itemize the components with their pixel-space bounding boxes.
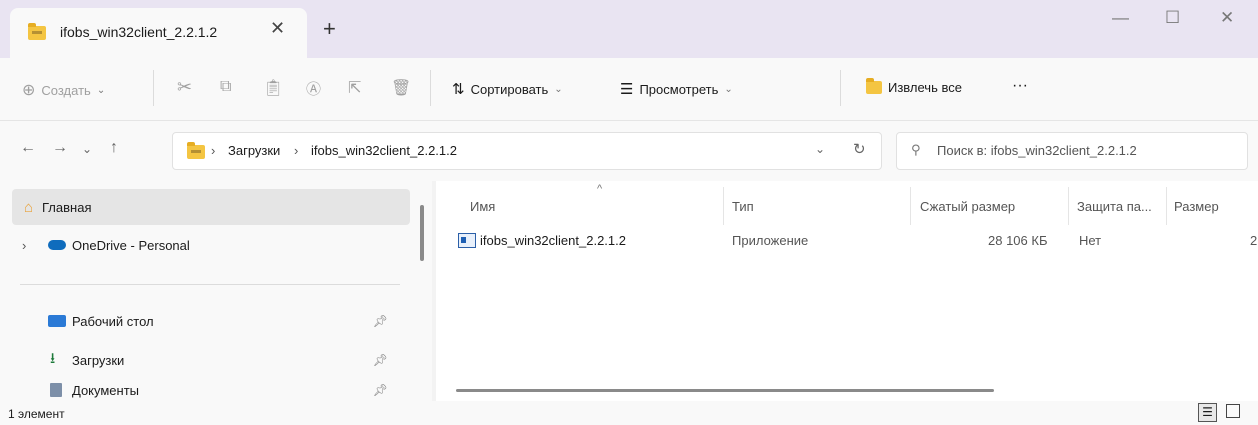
column-header-name[interactable]: Имя — [470, 199, 495, 214]
forward-arrow-icon[interactable]: → — [52, 139, 68, 157]
sidebar-divider — [20, 284, 400, 285]
document-icon — [50, 383, 62, 397]
command-bar: ⊕ Создать ⌄ ✂ ⧉ 📋︎ Ⓐ ⇱ 🗑︎ ⇅ Сортировать … — [0, 58, 1258, 121]
column-divider[interactable] — [1166, 187, 1167, 225]
column-divider[interactable] — [1068, 187, 1069, 225]
extract-all-button[interactable]: Извлечь все — [866, 78, 962, 95]
sidebar-item-documents[interactable]: Документы 📌︎ — [0, 379, 410, 401]
sort-icon: ⇅ — [452, 81, 465, 98]
extract-all-label: Извлечь все — [888, 80, 962, 95]
sidebar-item-downloads[interactable]: ⭳ Загрузки 📌︎ — [0, 342, 410, 378]
create-button[interactable]: ⊕ Создать ⌄ — [22, 80, 105, 100]
file-name: ifobs_win32client_2.2.1.2 — [480, 233, 626, 248]
application-icon — [458, 233, 476, 248]
download-icon: ⭳ — [50, 349, 56, 367]
sidebar-item-label: Документы — [72, 383, 140, 398]
table-row[interactable]: ifobs_win32client_2.2.1.2 Приложение 28 … — [436, 225, 1258, 253]
column-header-size[interactable]: Размер — [1174, 199, 1219, 214]
share-icon[interactable]: ⇱ — [348, 78, 361, 98]
plus-circle-icon: ⊕ — [22, 82, 36, 99]
desktop-icon — [48, 315, 66, 327]
search-placeholder: Поиск в: ifobs_win32client_2.2.1.2 — [937, 143, 1137, 158]
close-tab-icon[interactable]: ✕ — [270, 18, 285, 39]
horizontal-scrollbar[interactable] — [456, 389, 994, 392]
create-label: Создать — [41, 82, 91, 98]
divider — [840, 70, 841, 106]
column-divider[interactable] — [723, 187, 724, 225]
file-compressed-size: 28 106 КБ — [988, 233, 1048, 248]
file-protected: Нет — [1079, 233, 1102, 248]
sort-button[interactable]: ⇅ Сортировать ⌄ — [452, 80, 563, 98]
up-arrow-icon[interactable]: ↑ — [110, 139, 118, 157]
view-label: Просмотреть — [639, 81, 719, 97]
column-header-password-protected[interactable]: Защита па... — [1077, 199, 1152, 214]
zip-folder-icon — [28, 23, 46, 40]
sort-label: Сортировать — [470, 81, 549, 97]
sidebar-item-label: Главная — [42, 199, 92, 215]
file-type: Приложение — [732, 233, 809, 248]
rename-icon[interactable]: Ⓐ — [306, 78, 321, 99]
zip-folder-icon — [187, 142, 205, 159]
refresh-icon[interactable]: ↻ — [853, 140, 866, 158]
file-list: ^ Имя Тип Сжатый размер Защита па... Раз… — [436, 181, 1258, 401]
home-icon: ⌂ — [24, 198, 34, 216]
column-header-type[interactable]: Тип — [732, 199, 754, 214]
chevron-down-icon: ⌄ — [724, 83, 733, 95]
back-arrow-icon[interactable]: ← — [20, 139, 36, 157]
sidebar-item-onedrive[interactable]: › OneDrive - Personal — [0, 227, 410, 263]
search-icon: ⚲ — [911, 142, 921, 157]
details-view-icon[interactable]: ☰ — [1198, 403, 1217, 422]
view-button[interactable]: ☰ Просмотреть ⌄ — [620, 80, 733, 98]
copy-icon[interactable]: ⧉ — [220, 78, 231, 96]
column-divider[interactable] — [910, 187, 911, 225]
sidebar-item-label: Загрузки — [72, 352, 125, 368]
extract-folder-icon — [866, 78, 882, 94]
close-window-button[interactable]: ✕ — [1220, 8, 1234, 28]
breadcrumb-separator-icon: › — [294, 143, 299, 158]
status-bar: 1 элемент ☰ — [0, 401, 1258, 425]
breadcrumb-current[interactable]: ifobs_win32client_2.2.1.2 — [311, 143, 457, 158]
pin-icon[interactable]: 📌︎ — [373, 383, 388, 397]
chevron-down-icon: ⌄ — [554, 83, 563, 95]
paste-icon[interactable]: 📋︎ — [263, 78, 283, 98]
cut-icon[interactable]: ✂ — [177, 77, 192, 98]
maximize-button[interactable]: ☐ — [1165, 8, 1180, 28]
divider — [153, 70, 154, 106]
minimize-button[interactable]: — — [1112, 8, 1129, 28]
tab-title: ifobs_win32client_2.2.1.2 — [60, 24, 218, 40]
item-count: 1 элемент — [8, 407, 65, 421]
sidebar-item-label: OneDrive - Personal — [72, 237, 190, 253]
sidebar-scrollbar[interactable] — [420, 205, 424, 261]
sidebar-item-home[interactable]: ⌂ Главная — [12, 189, 410, 225]
delete-icon[interactable]: 🗑︎ — [391, 78, 411, 98]
recent-chevron-icon[interactable]: ⌄ — [82, 142, 92, 156]
sidebar-item-desktop[interactable]: Рабочий стол 📌︎ — [0, 303, 410, 339]
new-tab-button[interactable]: + — [323, 16, 336, 42]
address-bar[interactable]: › Загрузки › ifobs_win32client_2.2.1.2 ⌄… — [172, 132, 882, 170]
tiles-view-icon[interactable] — [1226, 404, 1240, 418]
search-input[interactable]: ⚲ Поиск в: ifobs_win32client_2.2.1.2 — [896, 132, 1248, 170]
column-header-compressed-size[interactable]: Сжатый размер — [920, 199, 1015, 214]
pin-icon[interactable]: 📌︎ — [373, 353, 388, 367]
sort-indicator-icon: ^ — [597, 183, 603, 195]
address-row: ← → ⌄ ↑ › Загрузки › ifobs_win32client_2… — [0, 121, 1258, 181]
view-lines-icon: ☰ — [620, 81, 634, 98]
pin-icon[interactable]: 📌︎ — [373, 314, 388, 328]
divider — [430, 70, 431, 106]
address-dropdown-icon[interactable]: ⌄ — [815, 142, 825, 156]
breadcrumb-separator-icon: › — [211, 143, 216, 158]
chevron-down-icon: ⌄ — [96, 84, 106, 96]
expand-chevron-icon[interactable]: › — [22, 238, 26, 253]
more-options-button[interactable]: ··· — [1012, 77, 1028, 95]
breadcrumb-downloads[interactable]: Загрузки — [228, 143, 280, 158]
sidebar-item-label: Рабочий стол — [72, 313, 154, 329]
file-size: 2 — [1250, 233, 1258, 248]
navigation-pane: ⌂ Главная › OneDrive - Personal Рабочий … — [0, 181, 432, 401]
cloud-icon — [48, 240, 66, 250]
